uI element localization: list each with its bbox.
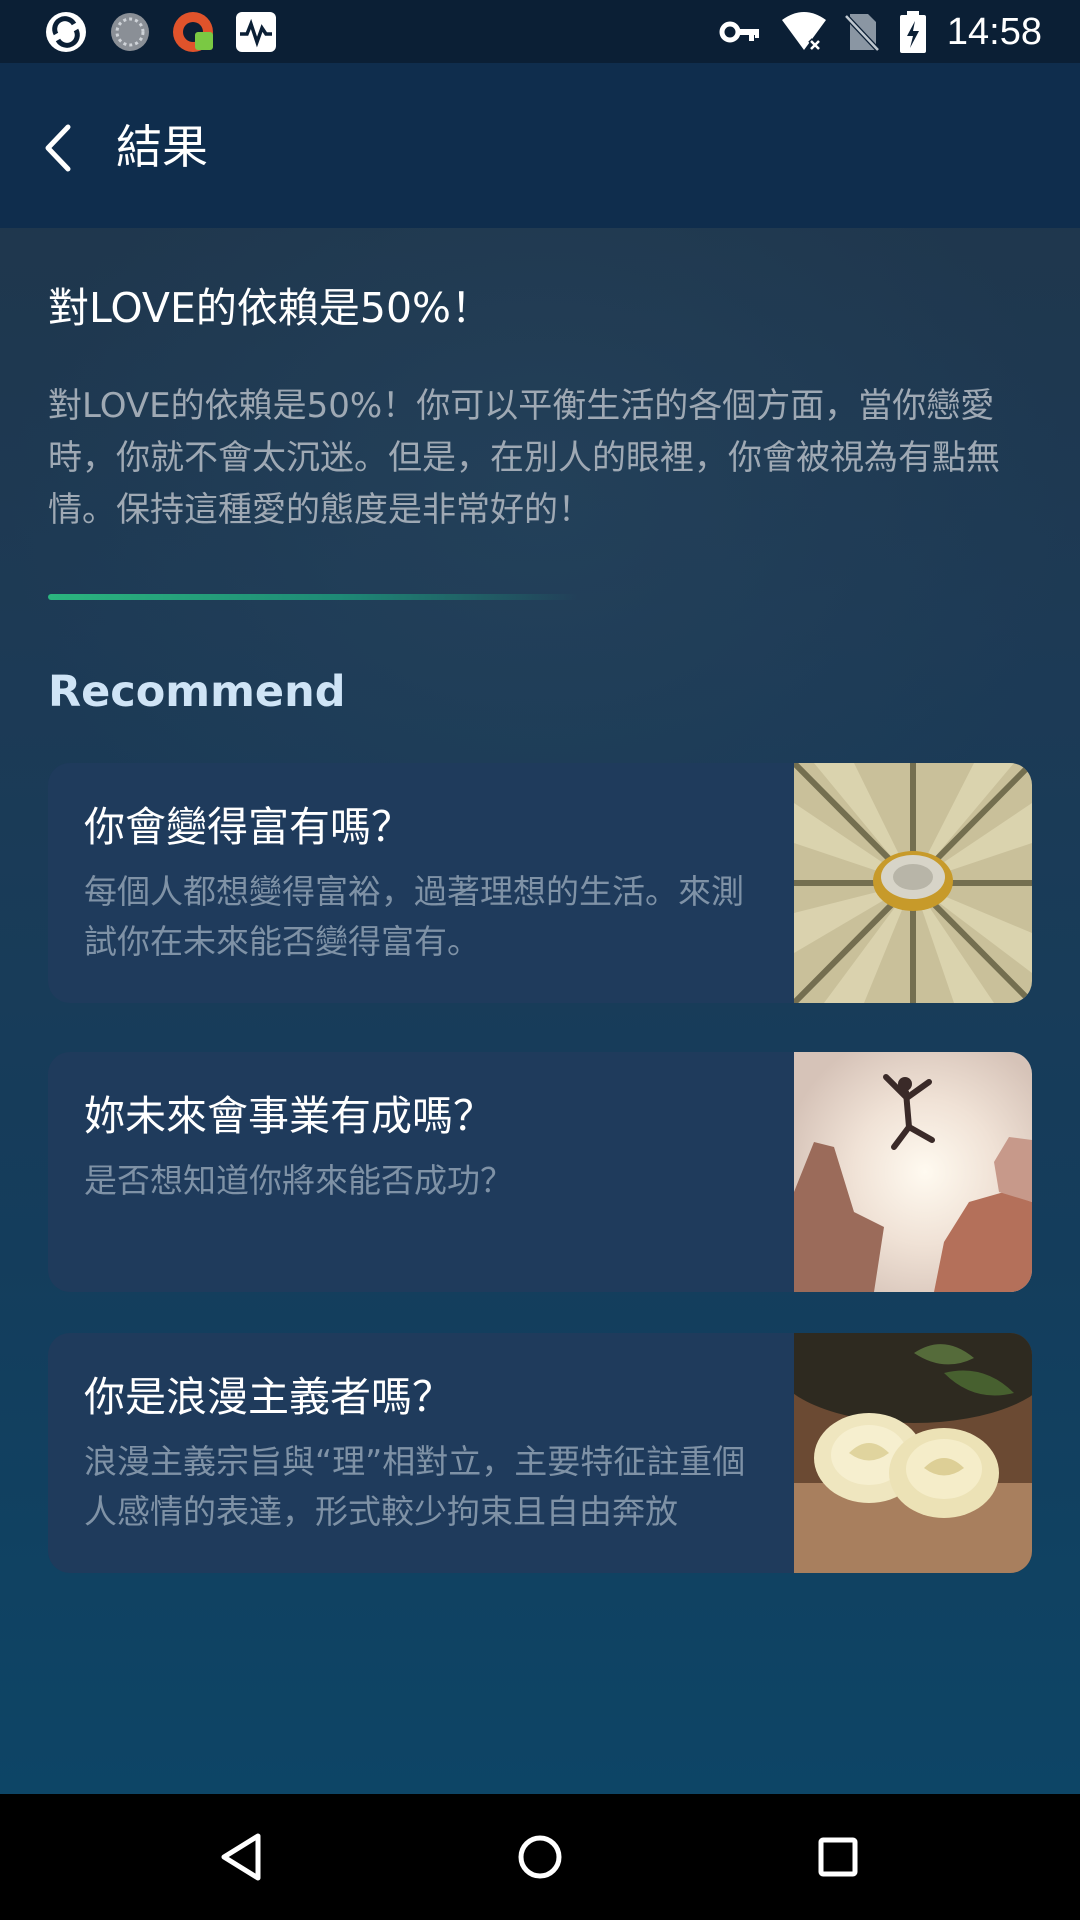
recommend-card-wealth[interactable]: 你會變得富有嗎？ 每個人都想變得富裕，過著理想的生活。來測試你在未來能否變得富有… [48, 763, 1032, 1003]
status-time: 14:58 [946, 11, 1042, 53]
recommend-card-romantic[interactable]: 你是浪漫主義者嗎？ 浪漫主義宗旨與“理”相對立，主要特征註重個人感情的表達，形式… [48, 1333, 1032, 1573]
vpn-app-icon [173, 12, 213, 52]
battery-charging-icon [900, 11, 926, 53]
recents-square-icon[interactable] [803, 1822, 873, 1892]
home-circle-icon[interactable] [505, 1822, 575, 1892]
back-triangle-icon[interactable] [206, 1822, 276, 1892]
person-jumping-image [794, 1052, 1032, 1292]
recommend-card-career[interactable]: 妳未來會事業有成嗎？ 是否想知道你將來能否成功？ [48, 1052, 1032, 1292]
coin-on-banknotes-image [794, 763, 1032, 1003]
spinner-icon [111, 13, 149, 51]
accent-divider [48, 594, 578, 600]
activity-monitor-icon [236, 12, 276, 52]
no-sim-icon [844, 14, 880, 52]
app-logo-icon [46, 12, 86, 52]
back-arrow-icon[interactable] [30, 113, 90, 183]
app-screen: 14:58 結果 對LOVE的依賴是50%！ 對LOVE的依賴是50%！你可以平… [0, 0, 1080, 1794]
card-title: 妳未來會事業有成嗎？ [84, 1092, 494, 1140]
wifi-icon [782, 12, 826, 52]
result-title: 對LOVE的依賴是50%！ [48, 284, 493, 332]
result-description: 對LOVE的依賴是50%！你可以平衡生活的各個方面，當你戀愛時，你就不會太沉迷。… [48, 386, 1000, 530]
card-description: 是否想知道你將來能否成功？ [84, 1161, 513, 1200]
recommend-heading: Recommend [48, 667, 346, 717]
card-description: 浪漫主義宗旨與“理”相對立，主要特征註重個人感情的表達，形式較少拘束且自由奔放 [84, 1442, 746, 1531]
status-bar: 14:58 [0, 0, 1080, 63]
system-navigation-bar [0, 1794, 1080, 1920]
white-roses-image [794, 1333, 1032, 1573]
card-description: 每個人都想變得富裕，過著理想的生活。來測試你在未來能否變得富有。 [84, 872, 744, 961]
card-title: 你會變得富有嗎？ [84, 803, 412, 851]
page-title: 結果 [116, 120, 208, 174]
app-toolbar: 結果 [0, 63, 1080, 228]
card-title: 你是浪漫主義者嗎？ [84, 1373, 453, 1421]
vpn-key-icon [719, 21, 759, 43]
